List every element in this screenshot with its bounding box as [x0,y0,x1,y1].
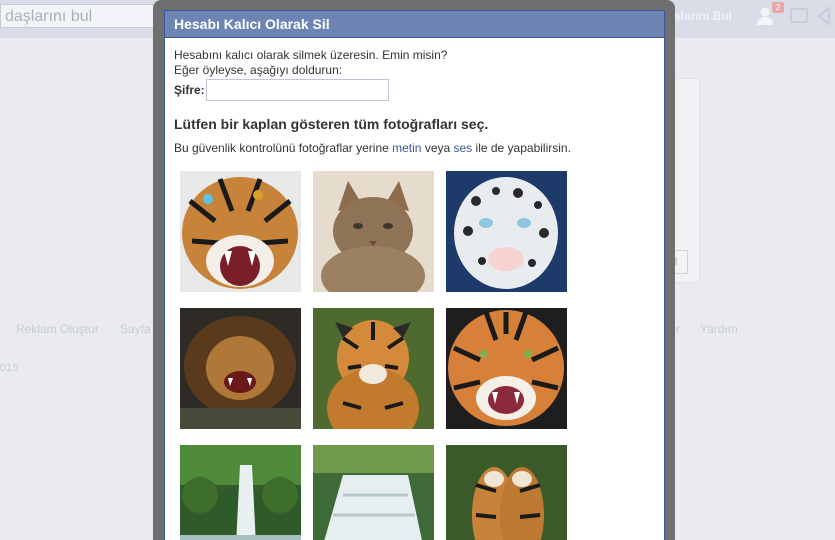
footer-link-page[interactable]: Sayfa [120,322,151,336]
captcha-alternative-text: Bu güvenlik kontrolünü fotoğraflar yerin… [174,141,655,156]
photo-two-tigers[interactable] [446,445,567,540]
friend-request-badge: 2 [772,2,784,13]
photo-waterfall-forest[interactable] [180,445,301,540]
photo-snow-leopard[interactable] [446,171,567,292]
photo-cat[interactable] [313,171,434,292]
footer-link-partial[interactable]: r [676,322,680,336]
text-captcha-link[interactable]: metin [392,141,421,155]
copyright: 015 [0,362,19,374]
photo-lion-roaring[interactable] [180,308,301,429]
fill-instruction-text: Eğer öyleyse, aşağıyı doldurun: [174,63,343,77]
photo-waterfall-cascade[interactable] [313,445,434,540]
photo-tiger-roaring[interactable] [180,171,301,292]
captcha-instruction: Lütfen bir kaplan gösteren tüm fotoğrafl… [174,116,489,132]
photo-tiger-face-snarl[interactable] [446,308,567,429]
alt-prefix: Bu güvenlik kontrolünü fotoğraflar yerin… [174,141,393,155]
password-field[interactable] [205,79,389,101]
dialog-body: Hesabını kalıcı olarak silmek üzeresin. … [165,38,664,166]
photo-tiger-in-grass[interactable] [313,308,434,429]
dialog-title: Hesabı Kalıcı Olarak Sil [165,11,664,38]
notifications-icon[interactable] [815,5,835,27]
messages-icon[interactable] [790,8,808,23]
password-label: Şifre: [174,83,205,97]
find-friends-link[interactable]: şlarını Bul [674,9,732,23]
delete-account-dialog: Hesabı Kalıcı Olarak Sil Hesabını kalıcı… [164,10,665,540]
audio-captcha-link[interactable]: ses [454,141,473,155]
password-row: Şifre: [174,79,655,101]
footer-link-help[interactable]: Yardım [700,322,738,336]
alt-suffix: ile de yapabilirsin. [472,141,571,155]
confirm-text: Hesabını kalıcı olarak silmek üzeresin. … [174,48,448,62]
alt-middle: veya [421,141,454,155]
footer-link-create-ad[interactable]: Reklam Oluştur [16,322,99,336]
